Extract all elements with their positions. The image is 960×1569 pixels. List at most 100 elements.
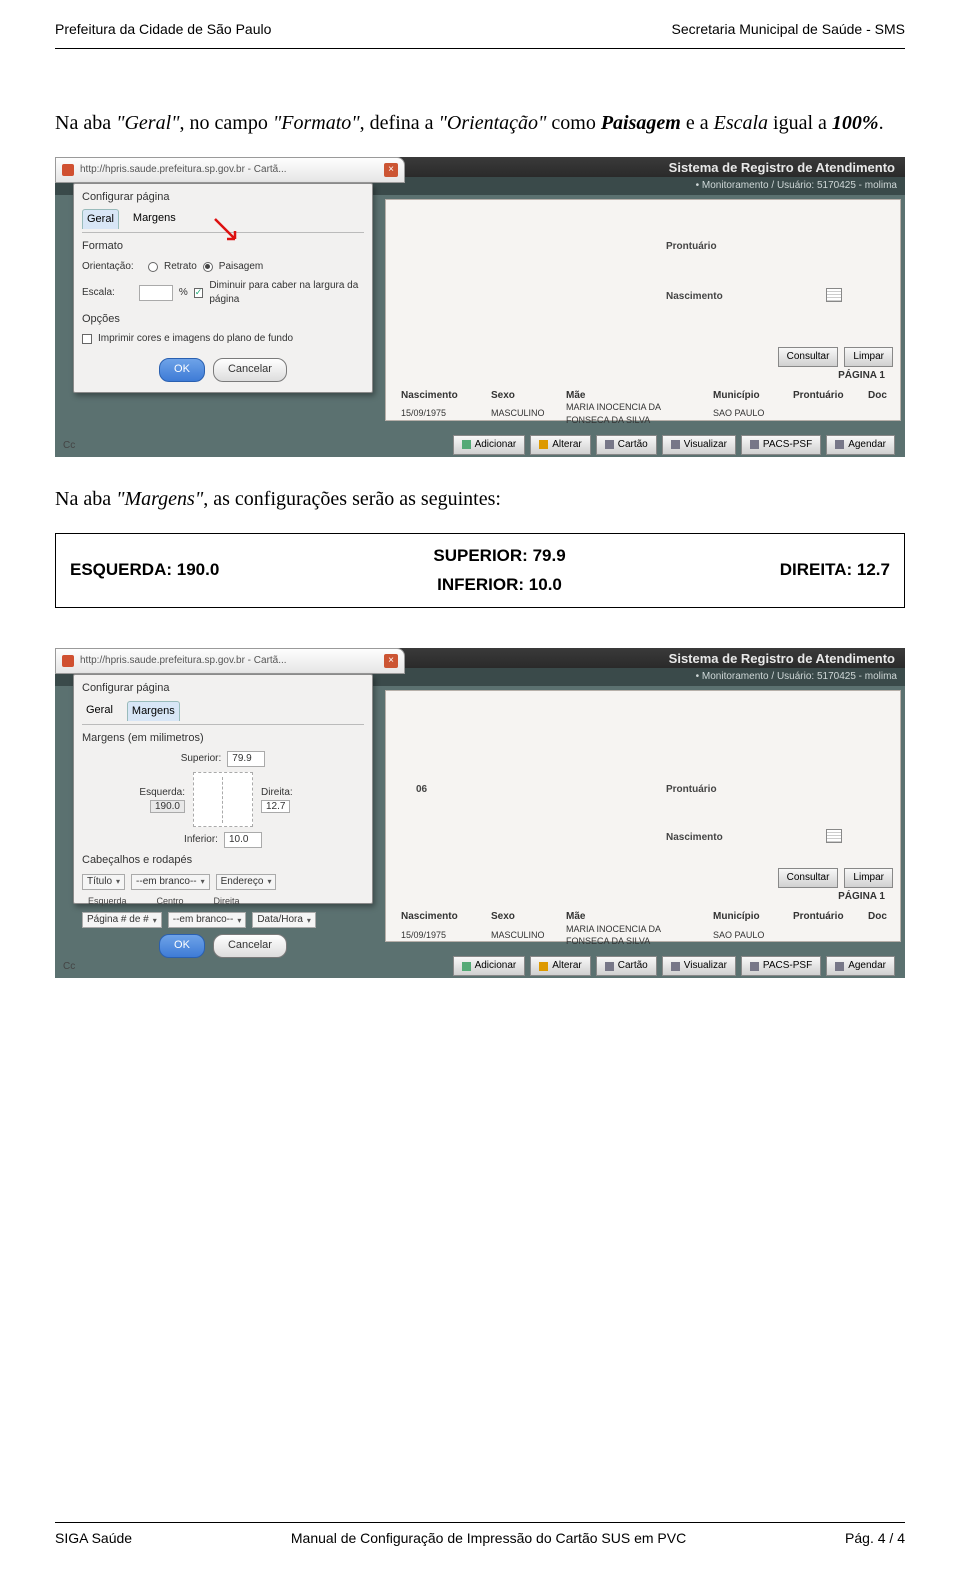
p1-orient-val: Paisagem	[601, 112, 681, 134]
radio-paisagem[interactable]	[203, 262, 213, 272]
sel-endereco[interactable]: Endereço▾	[216, 874, 277, 890]
calendar-icon	[835, 440, 844, 449]
pacs-button[interactable]: PACS-PSF	[741, 956, 821, 976]
section-formato: Formato	[82, 239, 364, 254]
limpar-button[interactable]: Limpar	[844, 347, 893, 367]
limpar-button[interactable]: Limpar	[844, 868, 893, 888]
adicionar-button[interactable]: Adicionar	[453, 435, 526, 455]
paragraph-2: Na aba "Margens", as configurações serão…	[55, 485, 905, 513]
dialog-tabs: Geral Margens	[82, 701, 364, 725]
cancelar-button[interactable]: Cancelar	[213, 934, 287, 957]
calendar-icon[interactable]	[826, 829, 842, 843]
headfoot-row2: Página # de #▾ --em branco--▾ Data/Hora▾	[82, 912, 364, 928]
pacs-button[interactable]: PACS-PSF	[741, 435, 821, 455]
agendar-button[interactable]: Agendar	[826, 435, 895, 455]
calendar-icon[interactable]	[826, 288, 842, 302]
lr-row: Esquerda: 190.0 Direita: 12.7	[82, 772, 364, 827]
pagina-label: PÁGINA 1	[838, 890, 885, 904]
bg-cc: Cc	[63, 439, 75, 453]
adicionar-button[interactable]: Adicionar	[453, 956, 526, 976]
sel-datahora[interactable]: Data/Hora▾	[252, 912, 316, 928]
escala-label: Escala:	[82, 286, 133, 300]
th-mun: Município	[713, 910, 773, 924]
cancelar-button[interactable]: Cancelar	[213, 358, 287, 381]
tab-geral[interactable]: Geral	[82, 701, 117, 721]
browser-tab[interactable]: http://hpris.saude.prefeitura.sp.gov.br …	[55, 648, 405, 674]
dir-label: Direita:	[261, 786, 364, 800]
dialog-title: Configurar página	[82, 681, 364, 700]
esq-label: Esquerda:	[82, 786, 185, 800]
sup-input[interactable]: 79.9	[227, 751, 265, 767]
dialog-title: Configurar página	[82, 190, 364, 209]
td-mae: MARIA INOCENCIA DA FONSECA DA SILVA	[566, 401, 693, 426]
close-tab-icon[interactable]: ×	[384, 654, 398, 668]
eye-icon	[671, 440, 680, 449]
check-diminuir[interactable]	[194, 288, 204, 298]
agendar-label: Agendar	[848, 438, 886, 452]
esq-input[interactable]: 190.0	[150, 800, 185, 813]
tab-margens[interactable]: Margens	[129, 209, 180, 229]
sel-branco-1[interactable]: --em branco--▾	[131, 874, 210, 890]
dir-input[interactable]: 12.7	[261, 800, 290, 813]
page-setup-dialog: Configurar página Geral Margens Margens …	[73, 674, 373, 904]
edit-icon	[539, 962, 548, 971]
opcoes-row: Imprimir cores e imagens do plano de fun…	[82, 332, 364, 346]
escala-input[interactable]	[139, 285, 173, 301]
p1-scale-word: Escala	[714, 112, 768, 134]
check-imprimir-cores[interactable]	[82, 334, 92, 344]
agendar-button[interactable]: Agendar	[826, 956, 895, 976]
favicon-icon	[62, 655, 74, 667]
inf-label: Inferior:	[184, 833, 218, 847]
cartao-label: Cartão	[618, 438, 648, 452]
bg-num: 06	[416, 783, 427, 797]
ok-button[interactable]: OK	[159, 358, 205, 381]
page-header: Prefeitura da Cidade de São Paulo Secret…	[55, 20, 905, 48]
th-sexo: Sexo	[491, 910, 546, 924]
p1-as: como	[546, 112, 600, 134]
footer-rule	[55, 1522, 905, 1523]
sel-titulo[interactable]: Título▾	[82, 874, 125, 890]
pacs-label: PACS-PSF	[763, 959, 812, 973]
td-sexo: MASCULINO	[491, 407, 546, 420]
search-buttons: Consultar Limpar	[778, 347, 893, 367]
ok-button[interactable]: OK	[159, 934, 205, 957]
dialog-tabs: Geral Margens	[82, 209, 364, 233]
inf-input[interactable]: 10.0	[224, 832, 262, 848]
cartao-button[interactable]: Cartão	[596, 956, 657, 976]
tab-geral[interactable]: Geral	[82, 209, 119, 229]
p1-tab: "Geral"	[116, 112, 179, 134]
document-page: Prefeitura da Cidade de São Paulo Secret…	[0, 0, 960, 1569]
visualizar-button[interactable]: Visualizar	[662, 435, 736, 455]
orientacao-row: Orientação: Retrato Paisagem	[82, 260, 364, 274]
superior-row: Superior: 79.9	[82, 751, 364, 767]
sel-branco-2[interactable]: --em branco--▾	[168, 912, 247, 928]
browser-tab[interactable]: http://hpris.saude.prefeitura.sp.gov.br …	[55, 157, 405, 183]
paragraph-1: Na aba "Geral", no campo "Formato", defi…	[55, 109, 905, 137]
alterar-button[interactable]: Alterar	[530, 435, 590, 455]
sup-label: Superior:	[181, 752, 222, 766]
calendar-icon	[835, 962, 844, 971]
visualizar-button[interactable]: Visualizar	[662, 956, 736, 976]
sel-pagina[interactable]: Página # de #▾	[82, 912, 162, 928]
consultar-button[interactable]: Consultar	[778, 347, 839, 367]
page-setup-dialog: Configurar página Geral Margens Formato …	[73, 183, 373, 393]
browser-url: http://hpris.saude.prefeitura.sp.gov.br …	[80, 654, 287, 668]
lbl-centro: Centro	[157, 895, 184, 908]
card-icon	[605, 440, 614, 449]
p1-field: "Formato"	[273, 112, 360, 134]
table-row[interactable]: 15/09/1975 MASCULINO MARIA INOCENCIA DA …	[395, 405, 893, 423]
close-tab-icon[interactable]: ×	[384, 163, 398, 177]
p1-post2: e a	[681, 112, 714, 134]
radio-retrato[interactable]	[148, 262, 158, 272]
p2-tab: "Margens"	[116, 488, 203, 510]
table-row[interactable]: 15/09/1975 MASCULINO MARIA INOCENCIA DA …	[395, 926, 893, 944]
cartao-button[interactable]: Cartão	[596, 435, 657, 455]
bg-prontuario: Prontuário	[666, 240, 717, 254]
consultar-button[interactable]: Consultar	[778, 868, 839, 888]
alterar-button[interactable]: Alterar	[530, 956, 590, 976]
lbl-direita: Direita	[214, 895, 240, 908]
footer-right: Pág. 4 / 4	[845, 1529, 905, 1549]
tab-margens[interactable]: Margens	[127, 701, 180, 721]
screenshot-margens: Sistema de Registro de Atendimento • Mon…	[55, 648, 905, 978]
th-pront: Prontuário	[793, 910, 848, 924]
